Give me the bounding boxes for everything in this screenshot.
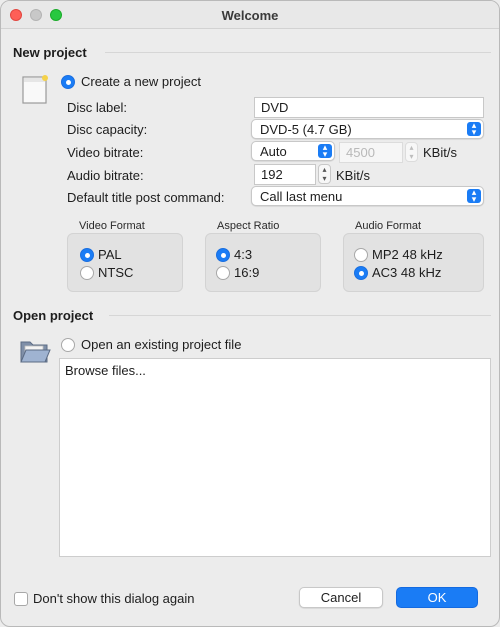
ok-button[interactable]: OK: [396, 587, 478, 608]
aspect-ratio-16-9-label: 16:9: [234, 265, 260, 280]
audio-format-ac3-radio[interactable]: [354, 266, 368, 280]
video-format-title: Video Format: [79, 220, 145, 232]
audio-bitrate-stepper[interactable]: ▴ ▾: [318, 164, 331, 184]
aspect-ratio-group: 4:3 16:9: [205, 233, 321, 292]
post-command-label: Default title post command:: [67, 190, 225, 205]
new-project-divider: [105, 52, 491, 53]
create-new-project-radio[interactable]: [61, 75, 75, 89]
cancel-button[interactable]: Cancel: [299, 587, 383, 608]
disc-label-input[interactable]: DVD: [254, 97, 484, 118]
video-bitrate-input[interactable]: 4500: [339, 142, 403, 163]
video-format-ntsc-radio[interactable]: [80, 266, 94, 280]
audio-bitrate-label: Audio bitrate:: [67, 168, 144, 183]
aspect-ratio-4-3-radio[interactable]: [216, 248, 230, 262]
open-project-heading: Open project: [13, 308, 94, 323]
chevron-up-down-icon: ▴ ▾: [318, 143, 332, 159]
open-existing-project-label: Open an existing project file: [81, 337, 242, 352]
chevron-up-down-icon: ▴ ▾: [467, 121, 481, 137]
audio-format-group: MP2 48 kHz AC3 48 kHz: [343, 233, 484, 292]
project-file-list[interactable]: Browse files...: [59, 358, 491, 557]
video-bitrate-stepper[interactable]: ▴ ▾: [405, 142, 418, 162]
new-document-icon: [21, 75, 49, 105]
chevron-up-down-icon: ▴ ▾: [467, 188, 481, 204]
video-format-group: PAL NTSC: [67, 233, 183, 292]
audio-format-title: Audio Format: [355, 220, 422, 232]
browse-files-item[interactable]: Browse files...: [65, 363, 146, 378]
video-format-pal-label: PAL: [98, 247, 122, 262]
disc-label-label: Disc label:: [67, 100, 127, 115]
dont-show-again-checkbox[interactable]: [14, 592, 28, 606]
window-title: Welcome: [221, 8, 279, 23]
audio-format-ac3-label: AC3 48 kHz: [372, 265, 442, 280]
disc-capacity-label: Disc capacity:: [67, 122, 148, 137]
audio-format-mp2-radio[interactable]: [354, 248, 368, 262]
video-bitrate-unit: KBit/s: [423, 145, 457, 160]
video-bitrate-mode-select[interactable]: Auto ▴ ▾: [251, 141, 335, 161]
open-existing-project-radio[interactable]: [61, 338, 75, 352]
welcome-dialog: Welcome New project Create a new project…: [0, 0, 500, 627]
open-folder-icon: [19, 337, 51, 365]
audio-bitrate-unit: KBit/s: [336, 168, 370, 183]
aspect-ratio-4-3-label: 4:3: [234, 247, 253, 262]
audio-format-mp2-label: MP2 48 kHz: [372, 247, 443, 262]
video-bitrate-label: Video bitrate:: [67, 145, 144, 160]
post-command-select[interactable]: Call last menu ▴ ▾: [251, 186, 484, 206]
title-bar: Welcome: [1, 1, 499, 29]
aspect-ratio-title: Aspect Ratio: [217, 220, 280, 232]
dont-show-again-label: Don't show this dialog again: [33, 591, 195, 606]
create-new-project-label: Create a new project: [81, 74, 201, 89]
aspect-ratio-16-9-radio[interactable]: [216, 266, 230, 280]
audio-bitrate-input[interactable]: 192: [254, 164, 316, 185]
open-project-divider: [109, 315, 491, 316]
video-format-ntsc-label: NTSC: [98, 265, 134, 280]
video-format-pal-radio[interactable]: [80, 248, 94, 262]
new-project-heading: New project: [13, 45, 87, 60]
disc-capacity-select[interactable]: DVD-5 (4.7 GB) ▴ ▾: [251, 119, 484, 139]
